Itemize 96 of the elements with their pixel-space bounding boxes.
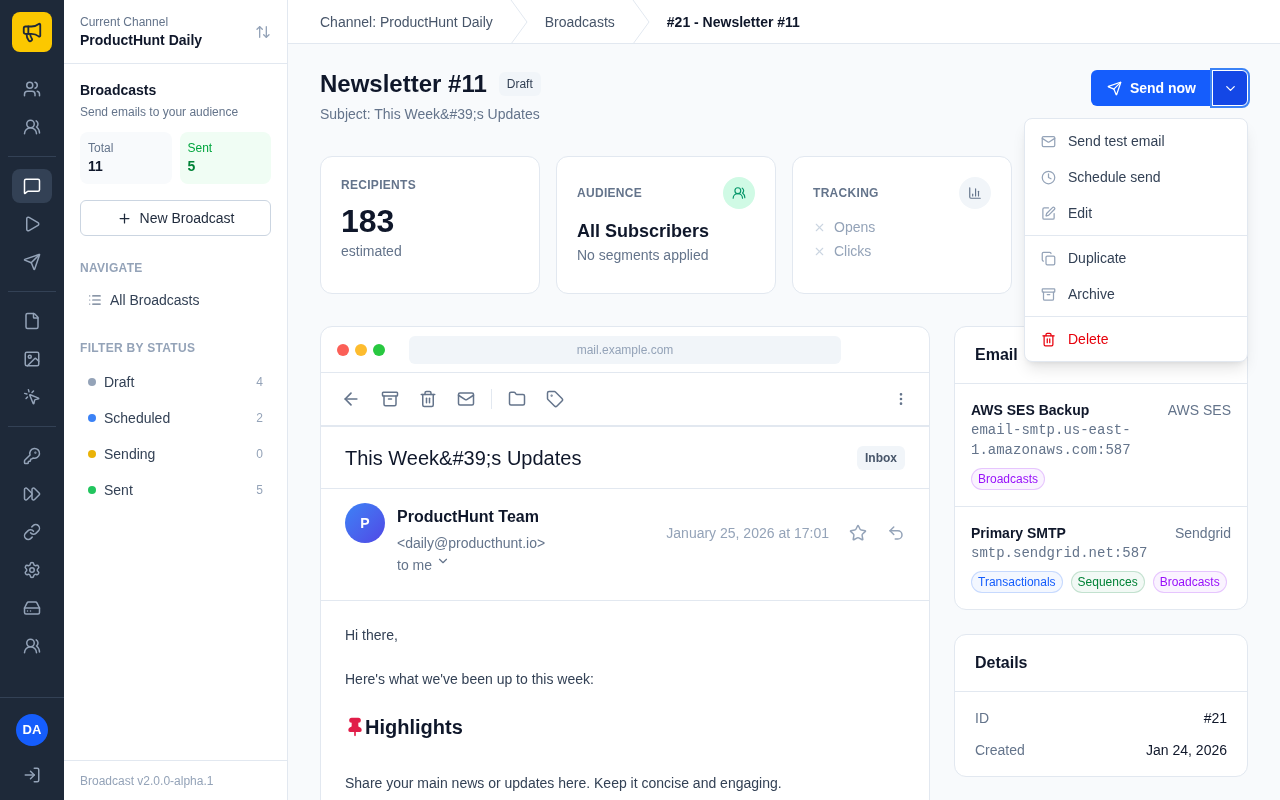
- card-note: No segments applied: [577, 246, 710, 265]
- menu-item[interactable]: Delete: [1025, 321, 1247, 357]
- server-host: email-smtp.us-east-1.amazonaws.com:587: [971, 421, 1132, 460]
- folder-icon[interactable]: [508, 390, 526, 408]
- breadcrumb-link[interactable]: Broadcasts: [544, 11, 615, 32]
- reply-icon[interactable]: [887, 524, 905, 542]
- server-tag: Broadcasts: [1152, 571, 1227, 593]
- audience-icon: [723, 177, 755, 209]
- message-icon[interactable]: [12, 169, 52, 203]
- audience-name: All Subscribers: [577, 220, 711, 243]
- card-note: estimated: [341, 242, 403, 261]
- send-icon: [1106, 80, 1122, 96]
- channel-label: Current Channel: [80, 13, 170, 30]
- section-title: Broadcasts: [80, 81, 158, 100]
- sign-out-icon[interactable]: [23, 766, 41, 784]
- server-provider: Sendgrid: [1174, 524, 1231, 543]
- server-name: AWS SES Backup: [971, 401, 1090, 420]
- chart-icon: [959, 177, 991, 209]
- user-avatar[interactable]: DA: [16, 714, 48, 746]
- subject-line: Subject: This Week&#39;s Updates: [320, 105, 541, 124]
- clock-icon: [1041, 169, 1056, 185]
- version-label: Broadcast v2.0.0-alpha.1: [80, 772, 214, 789]
- stat-label: Sent: [187, 140, 214, 156]
- switch-channel-icon[interactable]: [255, 23, 271, 40]
- recipient-toggle[interactable]: to me: [397, 555, 655, 575]
- email-date: January 25, 2026 at 17:01: [666, 524, 829, 543]
- menu-item[interactable]: Schedule send: [1025, 159, 1247, 195]
- card-title: Email: [975, 345, 1018, 365]
- trash-icon[interactable]: [419, 390, 437, 408]
- status-filter-item[interactable]: Sending 0: [80, 436, 271, 472]
- sender-avatar: P: [345, 503, 385, 543]
- server-name: Primary SMTP: [971, 524, 1066, 543]
- card-title: Details: [975, 653, 1028, 673]
- page-title: Newsletter #11: [320, 69, 487, 99]
- body-heading: Highlights: [365, 715, 463, 740]
- detail-value: #21: [1203, 709, 1227, 728]
- status-count: 2: [256, 410, 263, 426]
- tracking-item: Opens: [813, 217, 991, 237]
- server-provider: AWS SES: [1167, 401, 1231, 420]
- menu-item[interactable]: Send test email: [1025, 123, 1247, 159]
- status-badge: Draft: [498, 72, 541, 96]
- server-tag: Transactionals: [971, 571, 1063, 593]
- detail-label: Created: [975, 741, 1025, 760]
- trash-icon: [1041, 331, 1056, 347]
- status-count: 0: [256, 446, 263, 462]
- section-subtitle: Send emails to your audience: [80, 104, 240, 120]
- server-host: smtp.sendgrid.net:587: [971, 544, 1149, 563]
- window-dots-icon: [337, 343, 385, 356]
- url-field: mail.example.com: [409, 335, 841, 364]
- breadcrumb-link[interactable]: Channel: ProductHunt Daily: [320, 11, 493, 32]
- server-tag: Broadcasts: [971, 468, 1046, 490]
- star-icon[interactable]: [849, 524, 867, 542]
- tag-icon[interactable]: [546, 390, 564, 408]
- tracking-item: Clicks: [813, 241, 991, 261]
- menu-item[interactable]: Archive: [1025, 276, 1247, 312]
- send-now-button[interactable]: Send now: [1090, 70, 1212, 106]
- recipient-count: 183: [341, 202, 396, 241]
- sender-name: ProductHunt Team: [397, 507, 540, 527]
- stat-value: 11: [88, 157, 104, 176]
- menu-item[interactable]: Edit: [1025, 195, 1247, 231]
- email-subject: This Week&#39;s Updates: [345, 445, 582, 471]
- body-paragraph: Hi there,: [345, 626, 399, 645]
- detail-value: Jan 24, 2026: [1146, 741, 1227, 760]
- folder-badge: Inbox: [857, 445, 905, 470]
- new-broadcast-button[interactable]: New Broadcast: [80, 200, 271, 236]
- filter-heading: FILTER BY STATUS: [80, 340, 197, 356]
- status-filter-item[interactable]: Draft 4: [80, 364, 271, 400]
- megaphone-logo-icon[interactable]: [12, 12, 52, 52]
- navigate-heading: NAVIGATE: [80, 260, 144, 276]
- status-count: 5: [256, 482, 263, 498]
- archive-icon[interactable]: [381, 390, 399, 408]
- status-count: 4: [256, 374, 263, 390]
- archive-icon: [1041, 286, 1056, 302]
- status-filter-item[interactable]: Sent 5: [80, 472, 271, 508]
- card-label: RECIPIENTS: [341, 177, 417, 193]
- edit-icon: [1041, 205, 1056, 221]
- detail-label: ID: [975, 709, 989, 728]
- stat-value: 5: [187, 157, 197, 176]
- list-icon: [88, 293, 102, 307]
- plus-icon: [116, 210, 132, 226]
- channel-name: ProductHunt Daily: [80, 30, 203, 50]
- body-paragraph: Share your main news or updates here. Keep it concise and engaging.: [345, 774, 783, 793]
- pin-icon: [345, 717, 365, 737]
- nav-item[interactable]: All Broadcasts: [80, 284, 271, 316]
- mail-icon: [1041, 133, 1056, 149]
- mail-icon[interactable]: [457, 390, 475, 408]
- menu-item[interactable]: Duplicate: [1025, 240, 1247, 276]
- copy-icon: [1041, 250, 1056, 266]
- card-label: AUDIENCE: [577, 185, 643, 201]
- more-actions-button[interactable]: [1212, 70, 1248, 106]
- stat-label: Total: [88, 140, 115, 156]
- card-label: TRACKING: [813, 185, 879, 201]
- sender-email: <daily@producthunt.io>: [397, 534, 547, 553]
- status-filter-item[interactable]: Scheduled 2: [80, 400, 271, 436]
- server-tag: Sequences: [1070, 571, 1145, 593]
- body-paragraph: Here's what we've been up to this week:: [345, 670, 595, 689]
